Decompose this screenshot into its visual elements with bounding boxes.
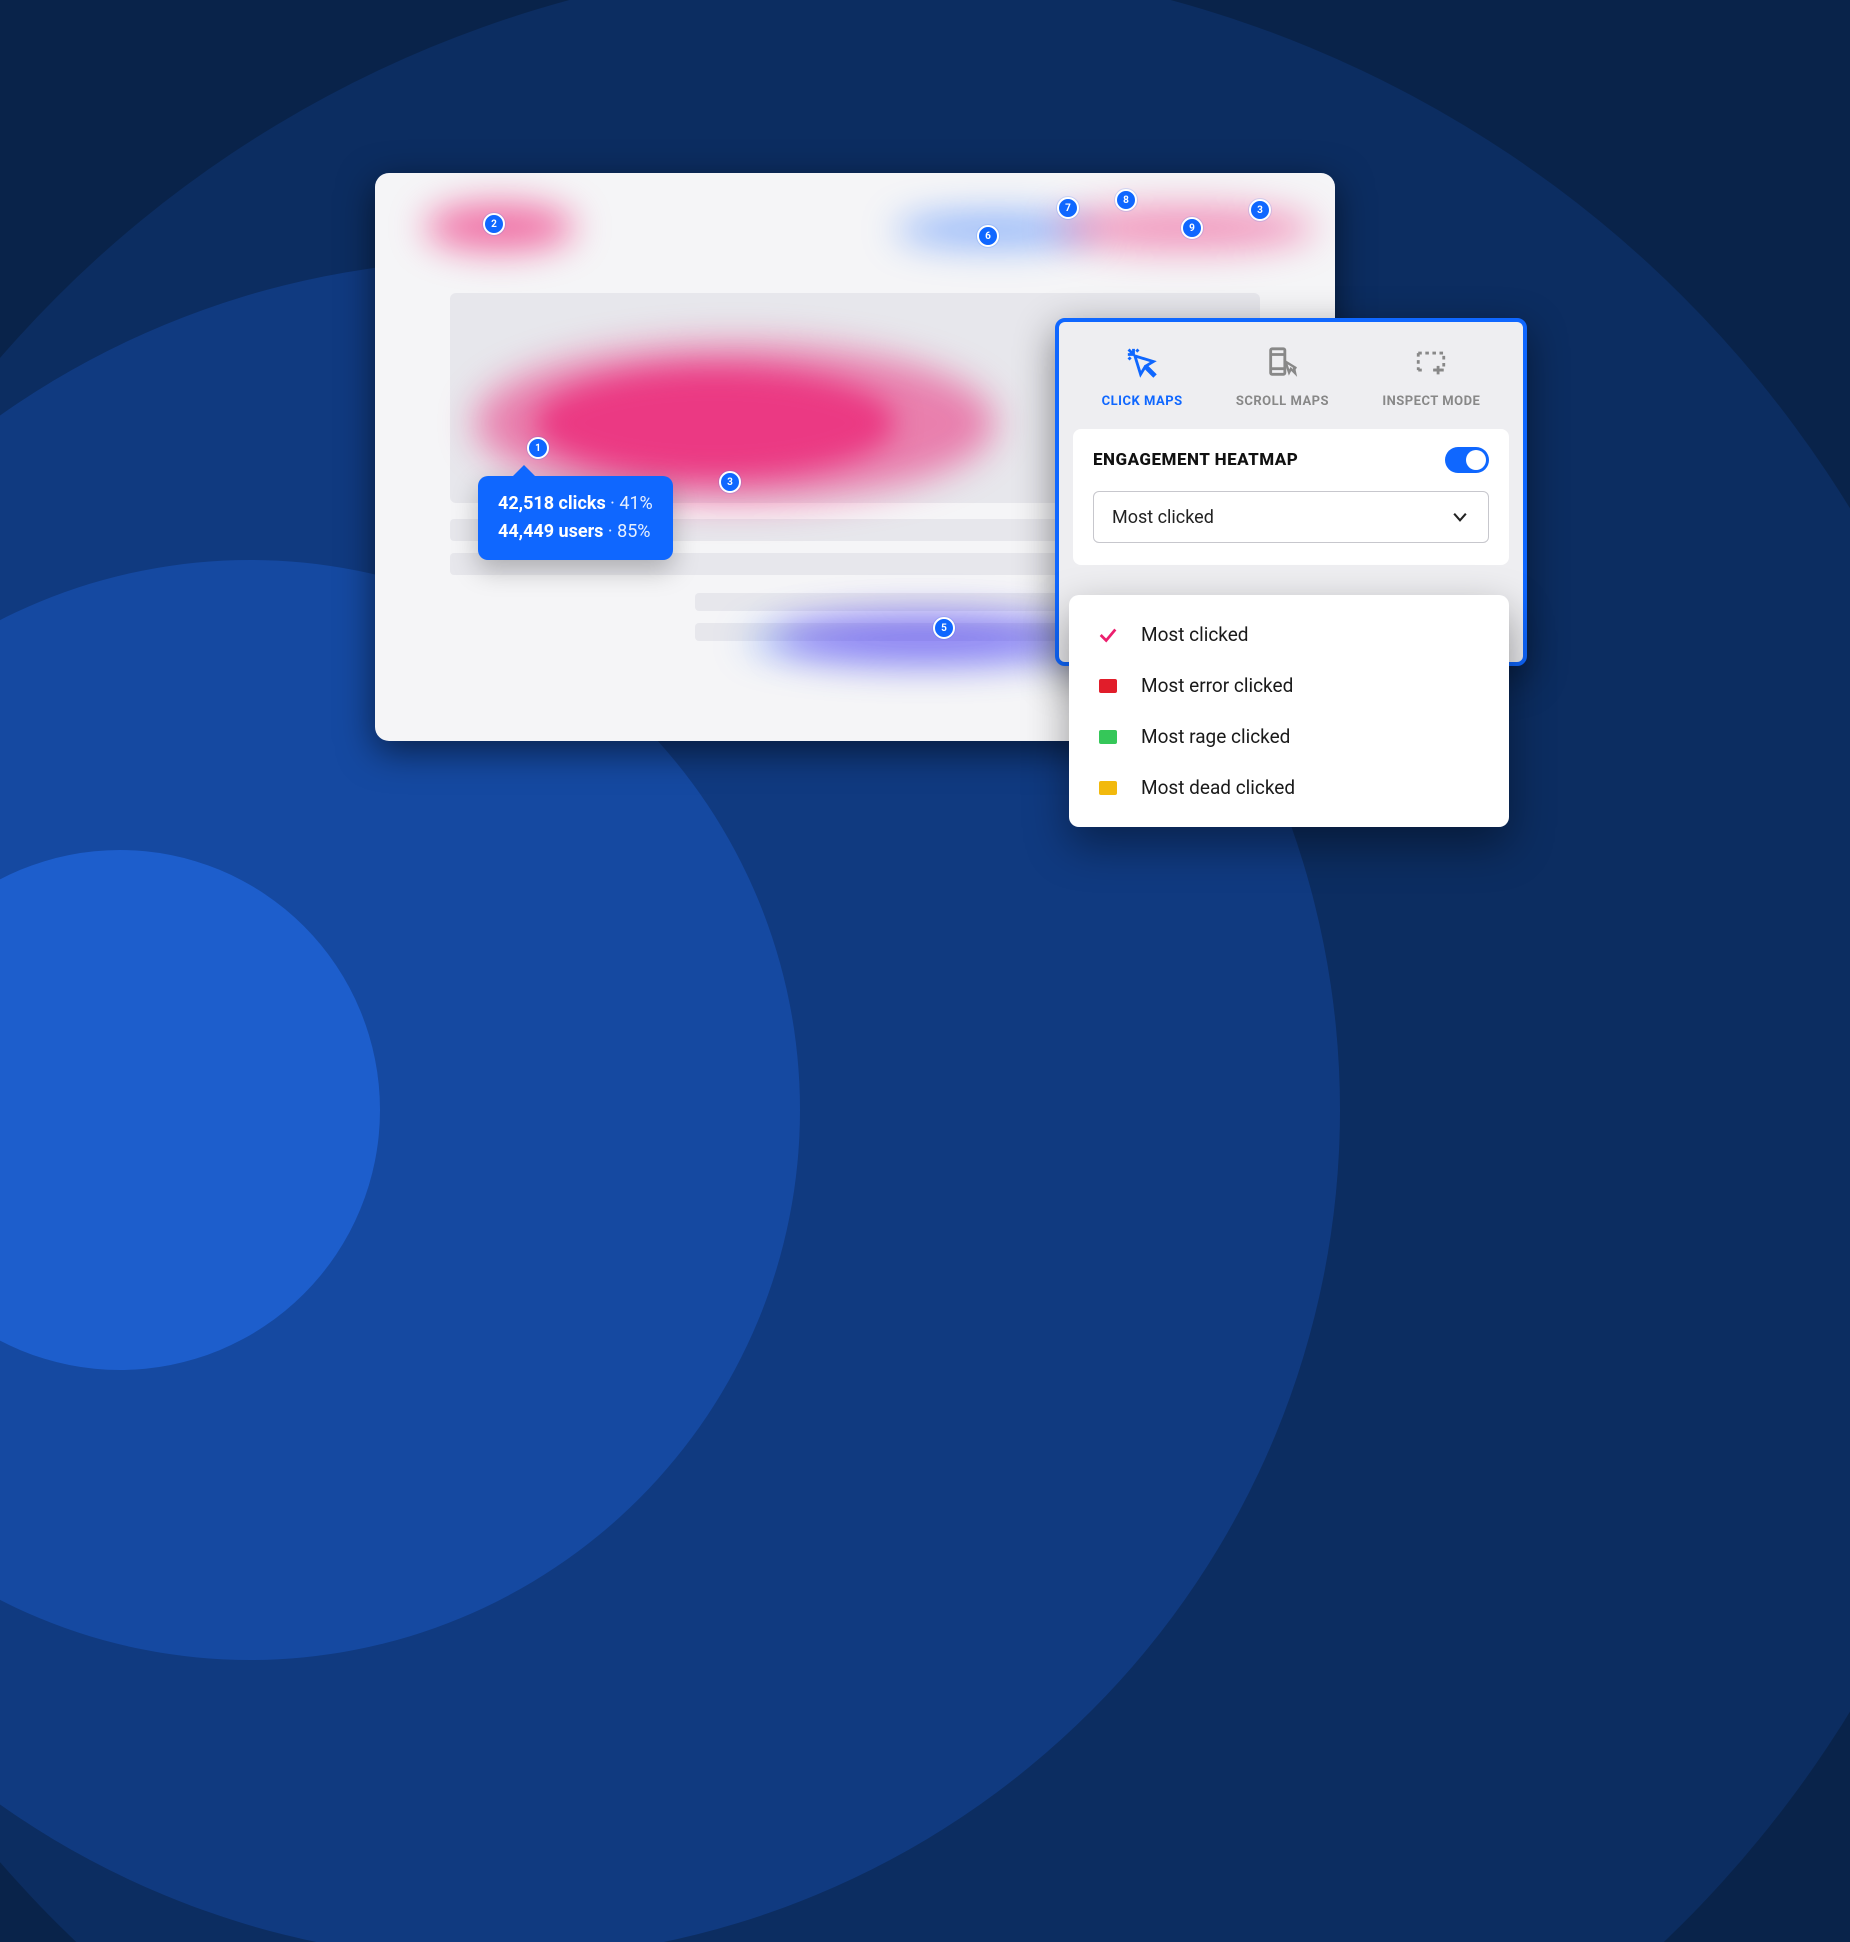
heatmap-sort-select[interactable]: Most clicked bbox=[1093, 491, 1489, 543]
scroll-icon bbox=[1265, 346, 1299, 384]
heatmap-marker[interactable]: 2 bbox=[483, 213, 505, 235]
heatmap-marker[interactable]: 1 bbox=[527, 437, 549, 459]
heatmap-marker[interactable]: 3 bbox=[1249, 199, 1271, 221]
tooltip-clicks-value: 42,518 clicks bbox=[498, 493, 606, 514]
chevron-down-icon bbox=[1450, 507, 1470, 527]
tab-label: SCROLL MAPS bbox=[1236, 394, 1329, 409]
dropdown-option-label: Most dead clicked bbox=[1141, 776, 1295, 799]
dropdown-option-label: Most rage clicked bbox=[1141, 725, 1290, 748]
tooltip-users-value: 44,449 users bbox=[498, 521, 603, 542]
tab-label: CLICK MAPS bbox=[1102, 394, 1183, 409]
inspect-icon bbox=[1414, 346, 1448, 384]
select-value: Most clicked bbox=[1112, 507, 1214, 528]
tab-scroll-maps[interactable]: SCROLL MAPS bbox=[1236, 346, 1329, 409]
dropdown-option-label: Most clicked bbox=[1141, 623, 1249, 646]
tooltip-sep: · bbox=[603, 521, 617, 542]
error-badge-icon bbox=[1097, 675, 1119, 697]
tooltip-sep: · bbox=[606, 493, 620, 514]
dropdown-option-most-error-clicked[interactable]: Most error clicked bbox=[1069, 660, 1509, 711]
panel-tabs: CLICK MAPS SCROLL MAPS INSPECT MODE bbox=[1059, 340, 1523, 429]
dropdown-option-label: Most error clicked bbox=[1141, 674, 1293, 697]
heatmap-marker[interactable]: 5 bbox=[933, 617, 955, 639]
tab-click-maps[interactable]: CLICK MAPS bbox=[1102, 346, 1183, 409]
card-title: ENGAGEMENT HEATMAP bbox=[1093, 450, 1298, 470]
heatmap-marker[interactable]: 7 bbox=[1057, 197, 1079, 219]
dropdown-option-most-rage-clicked[interactable]: Most rage clicked bbox=[1069, 711, 1509, 762]
dropdown-option-most-clicked[interactable]: Most clicked bbox=[1069, 609, 1509, 660]
cursor-click-icon bbox=[1125, 346, 1159, 384]
rage-badge-icon bbox=[1097, 726, 1119, 748]
tooltip-clicks-pct: 41% bbox=[619, 493, 652, 514]
check-icon bbox=[1097, 624, 1119, 646]
heatmap-sort-dropdown: Most clicked Most error clicked Most rag… bbox=[1069, 595, 1509, 827]
dropdown-option-most-dead-clicked[interactable]: Most dead clicked bbox=[1069, 762, 1509, 813]
heatmap-marker[interactable]: 6 bbox=[977, 225, 999, 247]
dead-badge-icon bbox=[1097, 777, 1119, 799]
marker-tooltip: 42,518 clicks · 41% 44,449 users · 85% bbox=[478, 476, 673, 560]
engagement-heatmap-card: ENGAGEMENT HEATMAP Most clicked bbox=[1073, 429, 1509, 565]
heatmap-marker[interactable]: 8 bbox=[1115, 189, 1137, 211]
tab-inspect-mode[interactable]: INSPECT MODE bbox=[1382, 346, 1480, 409]
heatmap-marker[interactable]: 3 bbox=[719, 471, 741, 493]
heatmap-toggle[interactable] bbox=[1445, 447, 1489, 473]
tooltip-users-pct: 85% bbox=[617, 521, 650, 542]
heatmap-marker[interactable]: 9 bbox=[1181, 217, 1203, 239]
tab-label: INSPECT MODE bbox=[1382, 394, 1480, 409]
